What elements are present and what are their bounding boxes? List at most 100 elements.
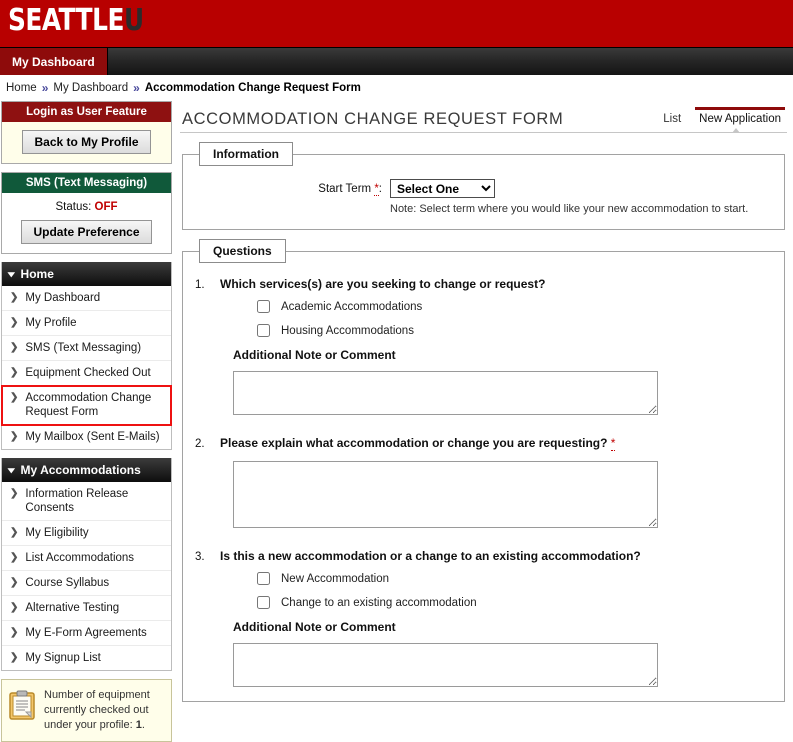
seattle-u-logo[interactable]: SEATTLEU <box>8 4 144 38</box>
breadcrumb-item-my-dashboard[interactable]: My Dashboard <box>53 82 128 94</box>
sidebar-item-list-accommodations[interactable]: ❯ List Accommodations <box>2 546 171 571</box>
question-1-header: 1. Which services(s) are you seeking to … <box>195 277 772 291</box>
sidebar-menu-home-title: Home <box>20 267 54 281</box>
tab-new-application[interactable]: New Application <box>695 107 785 128</box>
sidebar: Login as User Feature Back to My Profile… <box>0 101 172 742</box>
sidebar-menu-my-accommodations-header[interactable]: ▾ My Accommodations <box>2 458 171 482</box>
page-title: Accommodation Change Request Form <box>182 110 564 128</box>
active-tab-notch-icon <box>732 128 741 133</box>
sms-status-line: Status: OFF <box>8 201 165 213</box>
chevron-right-icon: ❯ <box>10 552 19 563</box>
divider-line <box>180 132 787 133</box>
sidebar-item-my-signup-list[interactable]: ❯ My Signup List <box>2 646 171 670</box>
start-term-select[interactable]: Select One <box>390 179 495 198</box>
sidebar-item-accommodation-change-request-form[interactable]: ❯ Accommodation Change Request Form <box>1 385 172 426</box>
tab-list-label: List <box>663 113 682 125</box>
start-term-label: Start Term *: <box>300 179 382 196</box>
update-preference-button[interactable]: Update Preference <box>21 220 152 244</box>
sidebar-item-my-e-form-agreements[interactable]: ❯ My E-Form Agreements <box>2 621 171 646</box>
back-to-my-profile-button[interactable]: Back to My Profile <box>22 130 151 154</box>
sms-panel-body: Status: OFF Update Preference <box>2 193 171 253</box>
option-label: Change to an existing accommodation <box>281 596 477 609</box>
checkbox-academic-accommodations[interactable] <box>257 300 270 313</box>
question-spacer <box>195 415 772 432</box>
breadcrumb-separator-icon: » <box>133 81 140 95</box>
question-1-options: Academic Accommodations Housing Accommod… <box>195 300 772 337</box>
sidebar-menu-home-header[interactable]: ▾ Home <box>2 262 171 286</box>
question-2-number: 2. <box>195 438 205 450</box>
login-as-user-panel: Login as User Feature Back to My Profile <box>1 101 172 164</box>
sidebar-item-my-profile[interactable]: ❯ My Profile <box>2 311 171 336</box>
question-3: 3. Is this a new accommodation or a chan… <box>195 549 772 687</box>
question-1-note-textarea[interactable] <box>233 371 658 415</box>
chevron-right-icon: ❯ <box>10 627 19 638</box>
chevron-right-icon: ❯ <box>10 652 19 663</box>
sidebar-menu-home-list: ❯ My Dashboard ❯ My Profile ❯ SMS (Text … <box>1 286 172 449</box>
sidebar-menu-my-accommodations-title: My Accommodations <box>20 463 141 477</box>
primary-navbar: My Dashboard <box>0 47 793 75</box>
content-tabs: List New Application <box>659 107 785 129</box>
sidebar-item-label: My Eligibility <box>25 527 89 539</box>
chevron-right-icon: ❯ <box>10 342 19 353</box>
option-label: New Accommodation <box>281 572 390 585</box>
start-term-note: Note: Select term where you would like y… <box>390 203 749 215</box>
sidebar-item-course-syllabus[interactable]: ❯ Course Syllabus <box>2 571 171 596</box>
sidebar-item-my-eligibility[interactable]: ❯ My Eligibility <box>2 521 171 546</box>
chevron-right-icon: ❯ <box>10 431 19 442</box>
sidebar-item-equipment-checked-out[interactable]: ❯ Equipment Checked Out <box>2 361 171 386</box>
sms-panel-title: SMS (Text Messaging) <box>2 173 171 193</box>
sidebar-item-alternative-testing[interactable]: ❯ Alternative Testing <box>2 596 171 621</box>
checkbox-new-accommodation[interactable] <box>257 572 270 585</box>
sidebar-item-label: My Signup List <box>25 652 101 664</box>
checkbox-housing-accommodations[interactable] <box>257 324 270 337</box>
chevron-right-icon: ❯ <box>10 392 19 403</box>
login-panel-title: Login as User Feature <box>2 102 171 122</box>
question-2-answer-textarea[interactable] <box>233 461 658 528</box>
questions-legend: Questions <box>199 239 286 263</box>
question-2-header: 2. Please explain what accommodation or … <box>195 436 772 451</box>
question-3-note-textarea[interactable] <box>233 643 658 687</box>
logo-main-text: SEATTLE <box>8 3 125 38</box>
sidebar-menu-my-accommodations: ▾ My Accommodations ❯ Information Releas… <box>1 458 172 671</box>
option-academic-accommodations[interactable]: Academic Accommodations <box>257 300 772 313</box>
start-term-field-row: Start Term *: Select One <box>195 179 772 198</box>
question-3-note-wrap <box>195 643 772 687</box>
question-1: 1. Which services(s) are you seeking to … <box>195 277 772 415</box>
start-term-label-text: Start Term <box>318 183 372 195</box>
sidebar-item-label: My Mailbox (Sent E-Mails) <box>25 431 160 443</box>
page-header: Accommodation Change Request Form List N… <box>180 101 787 132</box>
sidebar-item-sms[interactable]: ❯ SMS (Text Messaging) <box>2 336 171 361</box>
question-1-note-wrap <box>195 371 772 415</box>
required-asterisk-icon: * <box>610 436 616 451</box>
clipboard-icon <box>9 690 35 725</box>
question-spacer <box>195 528 772 545</box>
equipment-note-text: Number of equipment currently checked ou… <box>44 688 164 733</box>
chevron-double-down-icon: ▾ <box>7 465 15 475</box>
option-change-existing-accommodation[interactable]: Change to an existing accommodation <box>257 596 772 609</box>
sidebar-item-label: SMS (Text Messaging) <box>25 342 142 354</box>
breadcrumb-item-current: Accommodation Change Request Form <box>144 82 361 94</box>
sidebar-item-my-mailbox[interactable]: ❯ My Mailbox (Sent E-Mails) <box>2 425 171 449</box>
start-term-colon: : <box>378 183 382 195</box>
sidebar-item-label: Information Release Consents <box>25 488 129 514</box>
checkbox-change-existing-accommodation[interactable] <box>257 596 270 609</box>
option-housing-accommodations[interactable]: Housing Accommodations <box>257 324 772 337</box>
breadcrumb-item-home[interactable]: Home <box>6 82 37 94</box>
chevron-right-icon: ❯ <box>10 292 19 303</box>
question-3-header: 3. Is this a new accommodation or a chan… <box>195 549 772 563</box>
sidebar-menu-home: ▾ Home ❯ My Dashboard ❯ My Profile ❯ SMS… <box>1 262 172 450</box>
sidebar-item-my-dashboard[interactable]: ❯ My Dashboard <box>2 286 171 311</box>
sidebar-item-information-release-consents[interactable]: ❯ Information Release Consents <box>2 482 171 521</box>
tab-list[interactable]: List <box>659 111 685 128</box>
chevron-right-icon: ❯ <box>10 488 19 499</box>
sidebar-item-label: Course Syllabus <box>25 577 110 589</box>
sidebar-item-label: Accommodation Change Request Form <box>25 392 152 418</box>
question-3-text: Is this a new accommodation or a change … <box>220 549 641 563</box>
chevron-double-down-icon: ▾ <box>7 269 15 279</box>
chevron-right-icon: ❯ <box>10 602 19 613</box>
option-new-accommodation[interactable]: New Accommodation <box>257 572 772 585</box>
chevron-right-icon: ❯ <box>10 577 19 588</box>
nav-tab-my-dashboard[interactable]: My Dashboard <box>0 48 108 75</box>
breadcrumb-separator-icon: » <box>41 81 49 95</box>
tab-new-application-label: New Application <box>699 113 781 125</box>
